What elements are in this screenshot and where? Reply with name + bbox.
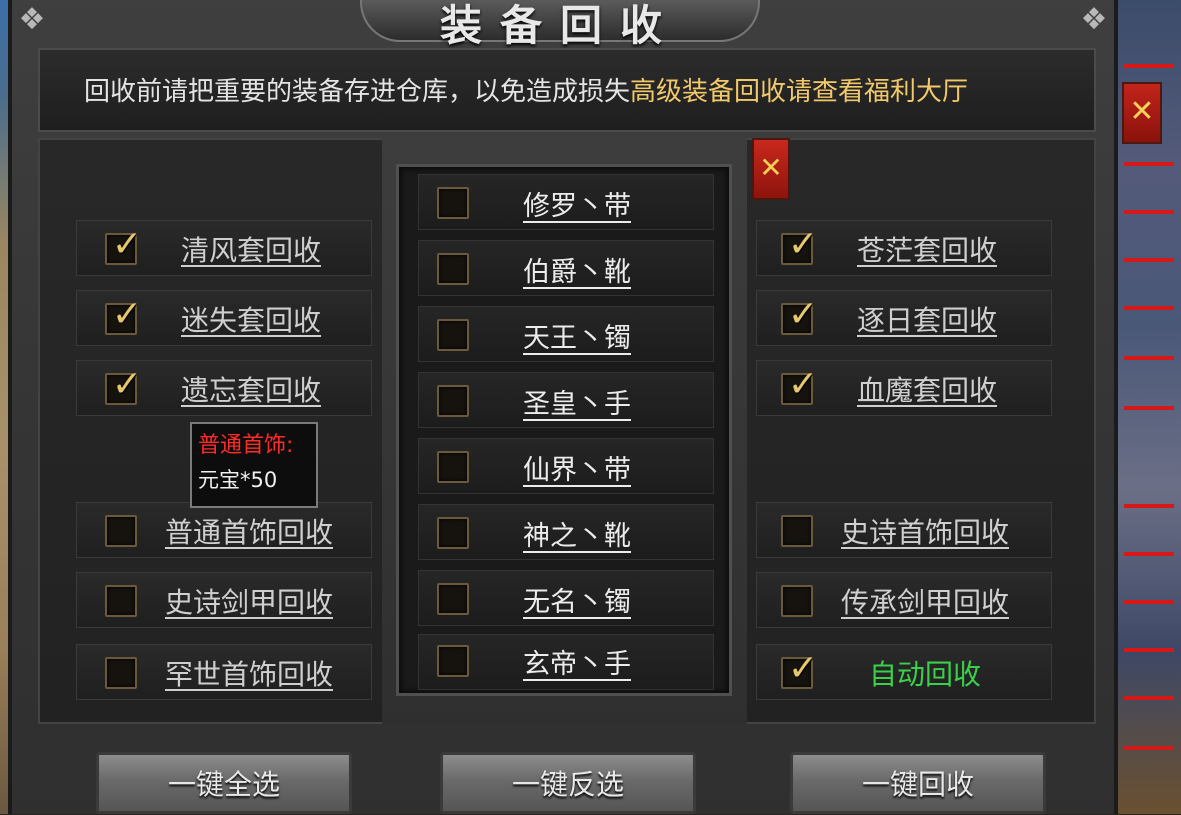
option-row[interactable]: 传承剑甲回收: [756, 572, 1052, 628]
middle-option-row[interactable]: 伯爵丶靴: [418, 240, 714, 296]
checkmark-icon: ✓: [787, 648, 819, 689]
checkbox[interactable]: [437, 187, 469, 219]
hp-bar: [1124, 504, 1174, 508]
option-label[interactable]: 迷失套回收: [181, 299, 321, 339]
notice-highlight: 高级装备回收请查看福利大厅: [630, 77, 969, 107]
side-close-button[interactable]: ✕: [1122, 82, 1162, 144]
checkmark-icon: ✓: [111, 364, 143, 405]
option-label[interactable]: 苍茫套回收: [857, 229, 997, 269]
option-label[interactable]: 神之丶靴: [523, 514, 631, 553]
checkbox[interactable]: ✓: [781, 295, 818, 335]
hp-bar: [1124, 406, 1174, 410]
checkbox[interactable]: [437, 583, 469, 615]
middle-option-row[interactable]: 神之丶靴: [418, 504, 714, 560]
checkbox[interactable]: [437, 645, 469, 677]
option-label[interactable]: 罕世首饰回收: [165, 653, 333, 693]
hp-bar: [1124, 162, 1174, 166]
option-label[interactable]: 天王丶镯: [523, 316, 631, 355]
checkbox[interactable]: [437, 517, 469, 549]
tooltip-value: 元宝*50: [198, 468, 278, 492]
checkmark-icon: ✓: [111, 294, 143, 335]
checkbox[interactable]: [105, 585, 137, 617]
option-label[interactable]: 无名丶镯: [523, 580, 631, 619]
option-row[interactable]: ✓ 遗忘套回收: [76, 360, 372, 416]
hp-bar: [1124, 648, 1174, 652]
middle-option-row[interactable]: 仙界丶带: [418, 438, 714, 494]
option-row[interactable]: 史诗剑甲回收: [76, 572, 372, 628]
checkbox[interactable]: ✓: [105, 225, 142, 265]
checkbox[interactable]: [437, 451, 469, 483]
option-label[interactable]: 修罗丶带: [523, 184, 631, 223]
middle-option-row[interactable]: 天王丶镯: [418, 306, 714, 362]
option-label[interactable]: 圣皇丶手: [523, 382, 631, 421]
checkbox[interactable]: [437, 385, 469, 417]
checkbox[interactable]: ✓: [781, 225, 818, 265]
option-row[interactable]: 普通首饰回收: [76, 502, 372, 558]
hp-bar: [1124, 600, 1174, 604]
price-tooltip: 普通首饰: 元宝*50: [190, 422, 318, 508]
hp-bar: [1124, 696, 1174, 700]
checkbox[interactable]: [781, 585, 813, 617]
hp-bar: [1124, 210, 1174, 214]
option-label[interactable]: 传承剑甲回收: [841, 581, 1009, 621]
hp-bar: [1124, 552, 1174, 556]
option-label[interactable]: 清风套回收: [181, 229, 321, 269]
select-all-button[interactable]: 一键全选: [96, 752, 352, 814]
notice-bar: 回收前请把重要的装备存进仓库，以免造成损失高级装备回收请查看福利大厅: [38, 48, 1096, 132]
middle-option-row[interactable]: 无名丶镯: [418, 570, 714, 626]
checkbox[interactable]: [105, 515, 137, 547]
close-icon: ✕: [759, 151, 783, 184]
corner-ornament-icon: ❖: [1080, 2, 1108, 37]
hp-bar: [1124, 64, 1174, 68]
checkmark-icon: ✓: [787, 364, 819, 405]
checkmark-icon: ✓: [787, 224, 819, 265]
checkbox[interactable]: [437, 319, 469, 351]
option-row[interactable]: ✓ 苍茫套回收: [756, 220, 1052, 276]
option-label[interactable]: 逐日套回收: [857, 299, 997, 339]
option-row[interactable]: ✓ 逐日套回收: [756, 290, 1052, 346]
middle-option-row[interactable]: 修罗丶带: [418, 174, 714, 230]
checkbox[interactable]: [781, 515, 813, 547]
hp-bar: [1124, 258, 1174, 262]
option-label[interactable]: 普通首饰回收: [165, 511, 333, 551]
auto-recycle-label[interactable]: 自动回收: [869, 653, 981, 693]
option-label[interactable]: 遗忘套回收: [181, 369, 321, 409]
checkbox[interactable]: ✓: [781, 365, 818, 405]
hp-bar: [1124, 356, 1174, 360]
checkbox[interactable]: [437, 253, 469, 285]
option-label[interactable]: 史诗首饰回收: [841, 511, 1009, 551]
checkbox[interactable]: ✓: [105, 365, 142, 405]
checkbox[interactable]: [105, 657, 137, 689]
corner-ornament-icon: ❖: [18, 2, 46, 37]
option-row[interactable]: ✓ 清风套回收: [76, 220, 372, 276]
invert-selection-button[interactable]: 一键反选: [440, 752, 696, 814]
hp-bar: [1124, 306, 1174, 310]
middle-option-row[interactable]: 圣皇丶手: [418, 372, 714, 428]
checkmark-icon: ✓: [111, 224, 143, 265]
option-row[interactable]: 史诗首饰回收: [756, 502, 1052, 558]
notice-text: 回收前请把重要的装备存进仓库，以免造成损失: [84, 77, 631, 107]
checkbox[interactable]: ✓: [781, 649, 818, 689]
option-label[interactable]: 史诗剑甲回收: [165, 581, 333, 621]
option-label[interactable]: 仙界丶带: [523, 448, 631, 487]
option-row[interactable]: ✓ 迷失套回收: [76, 290, 372, 346]
window-title: 装备回收: [439, 1, 680, 50]
hp-bar: [1124, 746, 1174, 750]
option-label[interactable]: 伯爵丶靴: [523, 250, 631, 289]
close-icon: ✕: [1129, 94, 1155, 129]
option-row[interactable]: ✓ 自动回收: [756, 644, 1052, 700]
recycle-button[interactable]: 一键回收: [790, 752, 1046, 814]
checkmark-icon: ✓: [787, 294, 819, 335]
option-label[interactable]: 玄帝丶手: [523, 642, 631, 681]
middle-option-row[interactable]: 玄帝丶手: [418, 634, 714, 690]
option-row[interactable]: ✓ 血魔套回收: [756, 360, 1052, 416]
option-label[interactable]: 血魔套回收: [857, 369, 997, 409]
checkbox[interactable]: ✓: [105, 295, 142, 335]
close-button[interactable]: ✕: [752, 138, 790, 200]
tooltip-title: 普通首饰:: [198, 433, 294, 458]
option-row[interactable]: 罕世首饰回收: [76, 644, 372, 700]
